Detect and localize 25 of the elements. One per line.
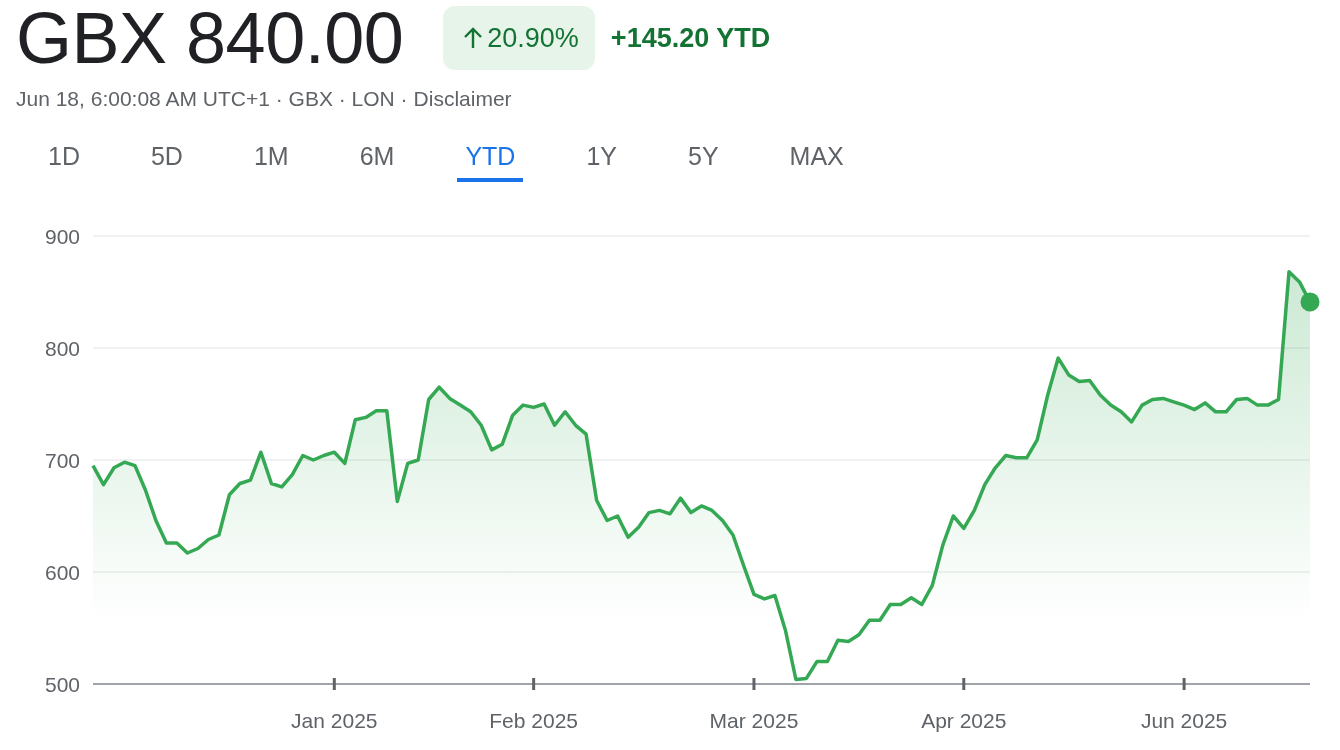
quote-timestamp: Jun 18, 6:00:08 AM UTC+1 · GBX · LON · <box>16 87 408 112</box>
x-axis-label: Feb 2025 <box>489 709 578 732</box>
disclaimer-link[interactable]: Disclaimer <box>413 87 512 117</box>
range-tab[interactable]: 5D <box>142 134 191 182</box>
range-tab[interactable]: 6M <box>351 134 403 182</box>
x-axis-label: Apr 2025 <box>921 709 1007 732</box>
range-tab[interactable]: 1Y <box>578 134 625 182</box>
x-axis-label: Mar 2025 <box>709 709 799 732</box>
y-axis-label: 600 <box>44 561 80 584</box>
y-axis-label: 500 <box>44 673 80 696</box>
x-axis-label: Jan 2025 <box>291 709 378 732</box>
percent-change-badge: 20.90% <box>443 6 595 70</box>
range-tab[interactable]: 5Y <box>680 134 727 182</box>
range-tab[interactable]: 1M <box>245 134 297 182</box>
y-axis-label: 700 <box>44 449 80 472</box>
arrow-up-icon <box>463 27 484 49</box>
range-tab[interactable]: 1D <box>40 134 88 182</box>
ytd-change: +145.20 YTD <box>610 22 771 54</box>
x-axis-label: Jun 2025 <box>1140 709 1228 732</box>
y-axis-label: 900 <box>44 225 80 248</box>
y-axis-label: 800 <box>44 337 80 360</box>
range-tab[interactable]: MAX <box>781 134 852 182</box>
range-tab[interactable]: YTD <box>457 134 524 182</box>
stock-price: GBX 840.00 <box>16 0 404 79</box>
current-price-dot <box>1300 292 1320 312</box>
